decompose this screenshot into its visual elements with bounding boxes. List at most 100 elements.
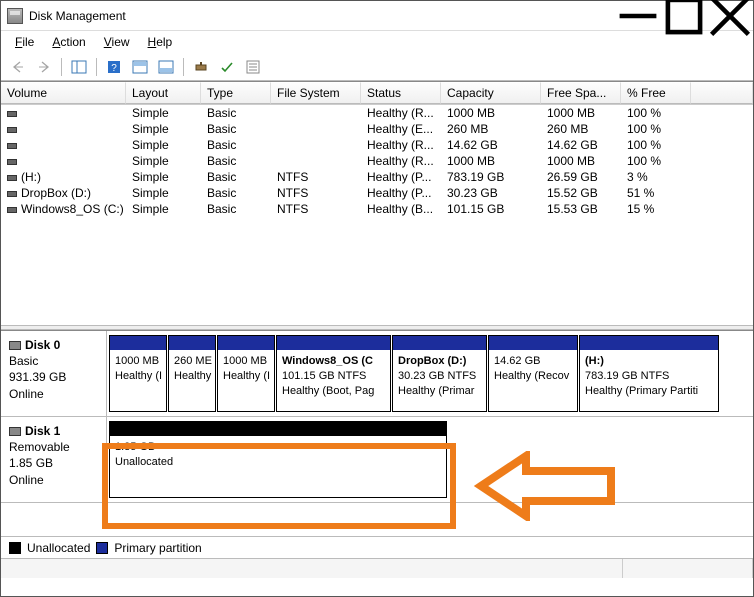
volume-status: Healthy (B... <box>361 201 441 217</box>
volume-free: 1000 MB <box>541 105 621 121</box>
swatch-unallocated <box>9 542 21 554</box>
volume-pct: 15 % <box>621 201 691 217</box>
volume-fs <box>271 121 361 137</box>
col-capacity[interactable]: Capacity <box>441 82 541 104</box>
volume-row[interactable]: SimpleBasicHealthy (R...1000 MB1000 MB10… <box>1 105 753 121</box>
settings-button[interactable] <box>189 56 213 78</box>
partition-primary[interactable]: 1000 MBHealthy (I <box>109 335 167 412</box>
volume-row[interactable]: DropBox (D:)SimpleBasicNTFSHealthy (P...… <box>1 185 753 201</box>
volume-type: Basic <box>201 105 271 121</box>
volume-row[interactable]: SimpleBasicHealthy (R...14.62 GB14.62 GB… <box>1 137 753 153</box>
volume-fs <box>271 137 361 153</box>
col-freespace[interactable]: Free Spa... <box>541 82 621 104</box>
partition-size: 1.85 GB <box>115 440 441 455</box>
menu-view[interactable]: View <box>96 33 138 51</box>
col-type[interactable]: Type <box>201 82 271 104</box>
col-filesystem[interactable]: File System <box>271 82 361 104</box>
volume-layout: Simple <box>126 121 201 137</box>
volume-status: Healthy (R... <box>361 137 441 153</box>
legend-primary: Primary partition <box>114 541 201 555</box>
refresh-check-button[interactable] <box>215 56 239 78</box>
show-hide-console-tree-button[interactable] <box>67 56 91 78</box>
disk-info[interactable]: Disk 1Removable1.85 GBOnline <box>1 417 107 502</box>
volume-capacity: 14.62 GB <box>441 137 541 153</box>
view-bottom-button[interactable] <box>154 56 178 78</box>
menu-action[interactable]: Action <box>44 33 93 51</box>
minimize-button[interactable] <box>615 1 661 30</box>
disk-info[interactable]: Disk 0Basic931.39 GBOnline <box>1 331 107 416</box>
disk-kind: Basic <box>9 353 98 369</box>
partition-primary[interactable]: 260 MEHealthy <box>168 335 216 412</box>
partition-primary[interactable]: 1000 MBHealthy (I <box>217 335 275 412</box>
volume-pct: 100 % <box>621 137 691 153</box>
partition-primary[interactable]: 14.62 GBHealthy (Recov <box>488 335 578 412</box>
volume-capacity: 101.15 GB <box>441 201 541 217</box>
disk-partitions: 1000 MBHealthy (I260 MEHealthy1000 MBHea… <box>107 331 753 416</box>
partition-size: 783.19 GB NTFS <box>585 369 713 384</box>
partition-name: (H:) <box>585 354 713 369</box>
disk-state: Online <box>9 472 98 488</box>
volume-free: 1000 MB <box>541 153 621 169</box>
partition-status: Healthy (Primary Partiti <box>585 384 713 399</box>
col-pctfree[interactable]: % Free <box>621 82 691 104</box>
legend-unallocated: Unallocated <box>27 541 90 555</box>
volume-fs: NTFS <box>271 201 361 217</box>
volume-row[interactable]: SimpleBasicHealthy (R...1000 MB1000 MB10… <box>1 153 753 169</box>
maximize-button[interactable] <box>661 1 707 30</box>
partition-status: Healthy <box>174 369 210 384</box>
volume-free: 15.53 GB <box>541 201 621 217</box>
titlebar: Disk Management <box>1 1 753 31</box>
volume-list: Volume Layout Type File System Status Ca… <box>1 81 753 325</box>
help-button[interactable]: ? <box>102 56 126 78</box>
disk-label: Disk 0 <box>25 338 60 352</box>
disk-row: Disk 0Basic931.39 GBOnline1000 MBHealthy… <box>1 331 753 417</box>
disk-graphical-view[interactable]: Disk 0Basic931.39 GBOnline1000 MBHealthy… <box>1 330 753 536</box>
volume-type: Basic <box>201 201 271 217</box>
volume-layout: Simple <box>126 137 201 153</box>
swatch-primary <box>96 542 108 554</box>
partition-primary[interactable]: (H:)783.19 GB NTFSHealthy (Primary Parti… <box>579 335 719 412</box>
volume-capacity: 1000 MB <box>441 105 541 121</box>
volume-name: DropBox (D:) <box>21 186 91 200</box>
back-button[interactable] <box>6 56 30 78</box>
statusbar <box>1 558 753 578</box>
volume-type: Basic <box>201 185 271 201</box>
partition-size: 14.62 GB <box>494 354 572 369</box>
disk-label: Disk 1 <box>25 424 60 438</box>
close-button[interactable] <box>707 1 753 30</box>
partition-size: 101.15 GB NTFS <box>282 369 385 384</box>
partition-primary[interactable]: DropBox (D:)30.23 GB NTFSHealthy (Primar <box>392 335 487 412</box>
volume-row[interactable]: SimpleBasicHealthy (E...260 MB260 MB100 … <box>1 121 753 137</box>
volume-pct: 100 % <box>621 121 691 137</box>
volume-status: Healthy (R... <box>361 105 441 121</box>
partition-primary[interactable]: Windows8_OS (C101.15 GB NTFSHealthy (Boo… <box>276 335 391 412</box>
volume-status: Healthy (E... <box>361 121 441 137</box>
partition-name: Windows8_OS (C <box>282 354 385 369</box>
disk-size: 1.85 GB <box>9 455 98 471</box>
volume-capacity: 1000 MB <box>441 153 541 169</box>
menu-help[interactable]: Help <box>140 33 181 51</box>
volume-fs: NTFS <box>271 169 361 185</box>
view-top-button[interactable] <box>128 56 152 78</box>
volume-row[interactable]: Windows8_OS (C:)SimpleBasicNTFSHealthy (… <box>1 201 753 217</box>
partition-size: 1000 MB <box>115 354 161 369</box>
volume-free: 26.59 GB <box>541 169 621 185</box>
volume-capacity: 260 MB <box>441 121 541 137</box>
col-layout[interactable]: Layout <box>126 82 201 104</box>
disk-drive-icon <box>9 341 21 350</box>
volume-free: 15.52 GB <box>541 185 621 201</box>
partition-unallocated[interactable]: 1.85 GBUnallocated <box>109 421 447 498</box>
app-icon <box>7 8 23 24</box>
volume-row[interactable]: (H:)SimpleBasicNTFSHealthy (P...783.19 G… <box>1 169 753 185</box>
forward-button[interactable] <box>32 56 56 78</box>
window-title: Disk Management <box>29 9 615 23</box>
menu-file[interactable]: File <box>7 33 42 51</box>
col-status[interactable]: Status <box>361 82 441 104</box>
volume-layout: Simple <box>126 185 201 201</box>
volume-free: 260 MB <box>541 121 621 137</box>
volume-list-header: Volume Layout Type File System Status Ca… <box>1 82 753 105</box>
col-volume[interactable]: Volume <box>1 82 126 104</box>
volume-layout: Simple <box>126 169 201 185</box>
properties-button[interactable] <box>241 56 265 78</box>
volume-fs <box>271 105 361 121</box>
